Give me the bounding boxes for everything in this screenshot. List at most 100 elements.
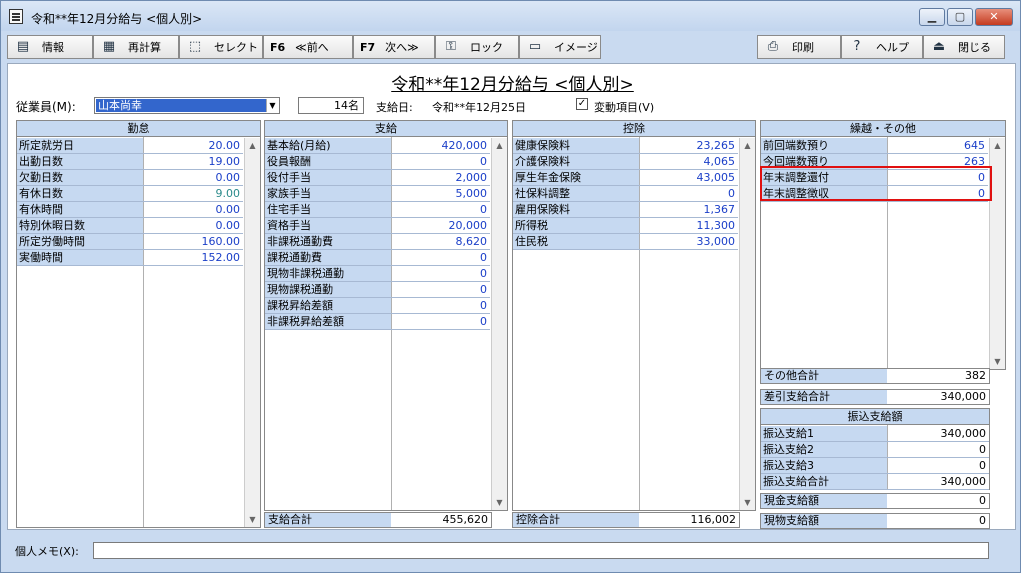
scroll-up-icon[interactable]: ▲ (492, 138, 507, 153)
payment-scrollbar[interactable]: ▲ ▼ (491, 138, 507, 510)
variable-items-checkbox[interactable]: ✓ (576, 98, 588, 110)
row-value[interactable]: 11,300 (640, 218, 738, 233)
table-row[interactable]: 住宅手当 0 (265, 202, 490, 218)
table-row[interactable]: 健康保険料 23,265 (513, 138, 738, 154)
table-row[interactable]: 家族手当 5,000 (265, 186, 490, 202)
row-value[interactable]: 152.00 (144, 250, 243, 265)
table-row[interactable]: 役付手当 2,000 (265, 170, 490, 186)
row-value[interactable]: 9.00 (144, 186, 243, 201)
scroll-up-icon[interactable]: ▲ (245, 138, 260, 153)
table-row[interactable]: 出勤日数 19.00 (17, 154, 243, 170)
scroll-down-icon[interactable]: ▼ (990, 354, 1005, 369)
scroll-down-icon[interactable]: ▼ (740, 495, 755, 510)
attendance-scrollbar[interactable]: ▲ ▼ (244, 138, 260, 527)
row-value[interactable]: 0 (392, 266, 490, 281)
table-row[interactable]: 基本給(月給) 420,000 (265, 138, 490, 154)
row-value[interactable]: 645 (888, 138, 988, 153)
info-button[interactable]: ▤ 情報 (7, 35, 93, 59)
table-row[interactable]: 所得税 11,300 (513, 218, 738, 234)
row-value[interactable]: 0 (392, 314, 490, 329)
select-button[interactable]: ⬚ セレクト (179, 35, 263, 59)
row-value[interactable]: 340,000 (888, 426, 989, 441)
table-row[interactable]: 現物非課税通勤 0 (265, 266, 490, 282)
row-value[interactable]: 0 (392, 250, 490, 265)
row-value[interactable]: 340,000 (888, 474, 989, 489)
row-value[interactable]: 420,000 (392, 138, 490, 153)
row-value[interactable]: 0 (640, 186, 738, 201)
app-window: 令和**年12月分給与 <個人別> ▁ ▢ ✕ ▤ 情報 ▦ 再計算 ⬚ セレクト F… (0, 0, 1021, 573)
table-row[interactable]: 振込支給2 0 (761, 442, 989, 458)
close-button[interactable]: ⏏ 閉じる (923, 35, 1005, 59)
scroll-down-icon[interactable]: ▼ (492, 495, 507, 510)
table-row[interactable]: 前回端数預り 645 (761, 138, 988, 154)
table-row[interactable]: 振込支給合計 340,000 (761, 474, 989, 490)
table-row[interactable]: 課税昇給差額 0 (265, 298, 490, 314)
lock-button[interactable]: ⚿ ロック (435, 35, 519, 59)
scroll-up-icon[interactable]: ▲ (740, 138, 755, 153)
row-value[interactable]: 0 (392, 298, 490, 313)
row-value[interactable]: 43,005 (640, 170, 738, 185)
row-value[interactable]: 20.00 (144, 138, 243, 153)
help-button[interactable]: ? ヘルプ (841, 35, 923, 59)
chevron-down-icon[interactable]: ▼ (266, 99, 278, 112)
table-row[interactable]: 資格手当 20,000 (265, 218, 490, 234)
table-row[interactable]: 社保料調整 0 (513, 186, 738, 202)
next-button[interactable]: F7 次へ≫ (353, 35, 435, 59)
table-row[interactable]: 有休時間 0.00 (17, 202, 243, 218)
row-value[interactable]: 20,000 (392, 218, 490, 233)
row-value[interactable]: 0 (392, 282, 490, 297)
table-row[interactable]: 雇用保険料 1,367 (513, 202, 738, 218)
table-row[interactable]: 役員報酬 0 (265, 154, 490, 170)
row-label: 役付手当 (265, 170, 391, 185)
table-row[interactable]: 課税通勤費 0 (265, 250, 490, 266)
table-row[interactable]: 振込支給3 0 (761, 458, 989, 474)
table-row[interactable]: 実働時間 152.00 (17, 250, 243, 266)
row-value[interactable]: 0 (888, 442, 989, 457)
recalc-button[interactable]: ▦ 再計算 (93, 35, 179, 59)
payment-total: 支給合計 455,620 (264, 512, 492, 528)
table-row[interactable]: 所定労働時間 160.00 (17, 234, 243, 250)
prev-button[interactable]: F6 ≪前へ (263, 35, 353, 59)
row-value[interactable]: 2,000 (392, 170, 490, 185)
table-row[interactable]: 厚生年金保険 43,005 (513, 170, 738, 186)
memo-input[interactable] (93, 542, 989, 559)
row-value[interactable]: 4,065 (640, 154, 738, 169)
table-row[interactable]: 現物課税通勤 0 (265, 282, 490, 298)
employee-label: 従業員(M): (16, 100, 76, 114)
maximize-button[interactable]: ▢ (947, 8, 973, 26)
row-value[interactable]: 33,000 (640, 234, 738, 249)
row-value[interactable]: 0 (392, 154, 490, 169)
deduction-scrollbar[interactable]: ▲ ▼ (739, 138, 755, 510)
employee-select[interactable]: 山本尚幸 ▼ (94, 97, 280, 114)
table-row[interactable]: 住民税 33,000 (513, 234, 738, 250)
print-button[interactable]: ⎙ 印刷 (757, 35, 841, 59)
row-value[interactable]: 23,265 (640, 138, 738, 153)
scroll-down-icon[interactable]: ▼ (245, 512, 260, 527)
table-row[interactable]: 非課税昇給差額 0 (265, 314, 490, 330)
row-value[interactable]: 0 (888, 458, 989, 473)
image-button[interactable]: ▭ イメージ (519, 35, 601, 59)
row-value[interactable]: 1,367 (640, 202, 738, 217)
attendance-header: 勤怠 (17, 121, 260, 137)
table-row[interactable]: 所定就労日 20.00 (17, 138, 243, 154)
table-row[interactable]: 介護保険料 4,065 (513, 154, 738, 170)
table-row[interactable]: 振込支給1 340,000 (761, 426, 989, 442)
minimize-button[interactable]: ▁ (919, 8, 945, 26)
table-row[interactable]: 特別休暇日数 0.00 (17, 218, 243, 234)
row-value[interactable]: 8,620 (392, 234, 490, 249)
table-row[interactable]: 欠勤日数 0.00 (17, 170, 243, 186)
row-value[interactable]: 0 (392, 202, 490, 217)
row-label: 厚生年金保険 (513, 170, 639, 185)
row-value[interactable]: 0.00 (144, 170, 243, 185)
row-value[interactable]: 0.00 (144, 202, 243, 217)
row-value[interactable]: 19.00 (144, 154, 243, 169)
close-window-button[interactable]: ✕ (975, 8, 1013, 26)
select-icon: ⬚ (188, 39, 202, 54)
net-payment-label: 差引支給合計 (764, 390, 830, 403)
table-row[interactable]: 有休日数 9.00 (17, 186, 243, 202)
row-value[interactable]: 5,000 (392, 186, 490, 201)
row-value[interactable]: 0.00 (144, 218, 243, 233)
table-row[interactable]: 非課税通勤費 8,620 (265, 234, 490, 250)
row-value[interactable]: 160.00 (144, 234, 243, 249)
scroll-up-icon[interactable]: ▲ (990, 138, 1005, 153)
